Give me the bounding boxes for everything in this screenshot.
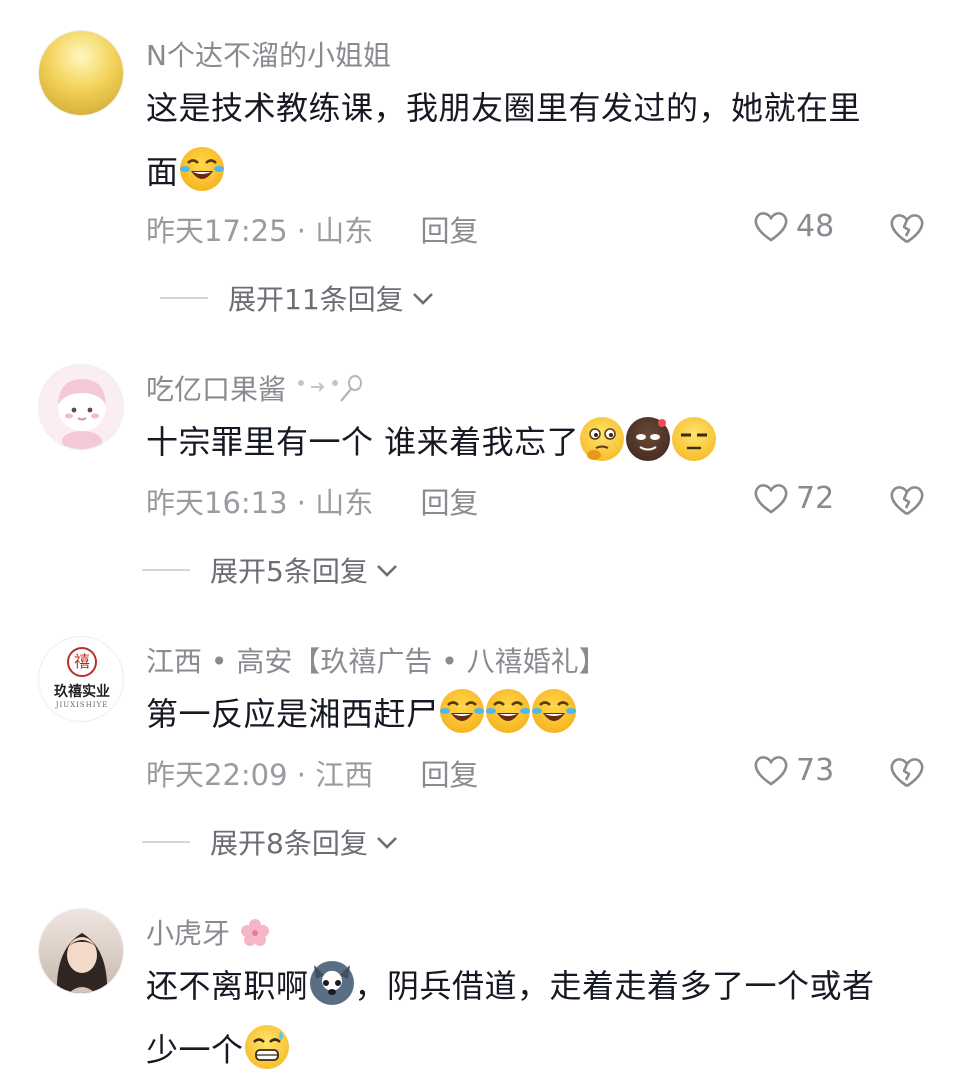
like-button[interactable]: 48 — [752, 208, 834, 244]
avatar[interactable] — [38, 908, 124, 994]
like-button[interactable]: 72 — [752, 480, 834, 516]
brand-logo: 禧 玖禧实业 JIUXISHIYE — [39, 637, 123, 721]
timestamp: 昨天16:13 — [146, 486, 288, 520]
reply-button[interactable]: 回复 — [420, 214, 478, 248]
comment-text-line: 第一反应是湘西赶尸 — [146, 695, 439, 733]
husky-emoji — [309, 961, 354, 1005]
avatar[interactable]: 禧 玖禧实业 JIUXISHIYE — [38, 636, 124, 722]
like-count: 73 — [796, 752, 835, 788]
like-count: 48 — [796, 208, 835, 244]
like-count: 72 — [796, 480, 835, 516]
avatar[interactable] — [38, 30, 124, 116]
broken-heart-icon — [890, 214, 924, 244]
comment-meta: 昨天17:25 · 山东 回复 — [146, 208, 478, 250]
comment-text: 这是技术教练课，我朋友圈里有发过的，她就在里 面 — [146, 76, 936, 204]
spoon-icon — [297, 375, 362, 402]
comment-meta: 昨天22:09 · 江西 回复 — [146, 752, 478, 794]
chevron-down-icon — [376, 837, 397, 849]
unamused-emoji — [672, 417, 717, 461]
comment-text-line: 面 — [146, 153, 179, 191]
expand-label: 展开11条回复 — [228, 283, 404, 316]
avatar[interactable] — [38, 364, 124, 450]
dislike-button[interactable] — [888, 754, 926, 794]
heart-icon — [754, 484, 788, 514]
expand-replies-button[interactable]: 展开5条回复 — [142, 550, 400, 590]
comment-text-line: 这是技术教练课，我朋友圈里有发过的，她就在里 — [146, 89, 862, 127]
reply-button[interactable]: 回复 — [420, 486, 478, 520]
username-text: 吃亿口果酱 — [146, 373, 287, 406]
dislike-button[interactable] — [888, 482, 926, 522]
username[interactable]: 吃亿口果酱 — [146, 368, 385, 408]
expand-label: 展开8条回复 — [210, 827, 368, 860]
reply-button[interactable]: 回复 — [420, 758, 478, 792]
broken-heart-icon — [890, 758, 924, 788]
comment-meta: 昨天16:13 · 山东 回复 — [146, 480, 478, 522]
like-button[interactable]: 73 — [752, 752, 834, 788]
heart-icon — [754, 212, 788, 242]
comment-text-line: ，阴兵借道，走着走着多了一个或者 — [354, 967, 875, 1005]
timestamp: 昨天17:25 — [146, 214, 288, 248]
username[interactable]: 小虎牙 — [146, 912, 271, 952]
expand-replies-button[interactable]: 展开8条回复 — [142, 822, 400, 862]
dark-face-emoji — [626, 417, 671, 461]
location: 山东 — [315, 486, 374, 520]
separator: · — [296, 758, 307, 792]
comment-text: 第一反应是湘西赶尸 — [146, 682, 936, 746]
laugh-cry-emoji — [531, 689, 576, 733]
timestamp: 昨天22:09 — [146, 758, 288, 792]
divider-line — [142, 569, 190, 571]
comment-text-line: 还不离职啊 — [146, 967, 309, 1005]
avatar-text: 玖禧实业 — [54, 684, 110, 700]
location: 江西 — [315, 758, 374, 792]
location: 山东 — [315, 214, 374, 248]
divider-line — [142, 841, 190, 843]
laugh-cry-emoji — [439, 689, 484, 733]
comment-text-line: 少一个 — [146, 1031, 244, 1069]
seal-mark: 禧 — [67, 647, 97, 677]
chevron-down-icon — [376, 565, 397, 577]
separator: · — [296, 214, 307, 248]
laugh-cry-emoji — [179, 147, 224, 191]
thinking-emoji — [580, 417, 625, 461]
sweat-grin-emoji — [244, 1025, 289, 1069]
comment-text: 十宗罪里有一个 谁来着我忘了 — [146, 410, 936, 474]
expand-label: 展开5条回复 — [210, 555, 368, 588]
expand-replies-button[interactable]: 展开11条回复 — [160, 278, 436, 318]
comment-text: 还不离职啊 ，阴兵借道，走着走着多了一个或者 少一个 — [146, 954, 936, 1082]
laugh-cry-emoji — [485, 689, 530, 733]
username-text: 小虎牙 — [146, 917, 231, 950]
broken-heart-icon — [890, 486, 924, 516]
chevron-down-icon — [412, 293, 433, 305]
username[interactable]: N个达不溜的小姐姐 — [146, 34, 391, 74]
comment-text-line: 十宗罪里有一个 谁来着我忘了 — [146, 423, 580, 461]
dislike-button[interactable] — [888, 210, 926, 250]
cherry-blossom-icon — [240, 919, 269, 946]
avatar-subtext: JIUXISHIYE — [55, 701, 109, 709]
heart-icon — [754, 756, 788, 786]
separator: · — [296, 486, 307, 520]
divider-line — [160, 297, 208, 299]
username[interactable]: 江西 • 高安【玖禧广告 • 八禧婚礼】 — [146, 640, 607, 680]
